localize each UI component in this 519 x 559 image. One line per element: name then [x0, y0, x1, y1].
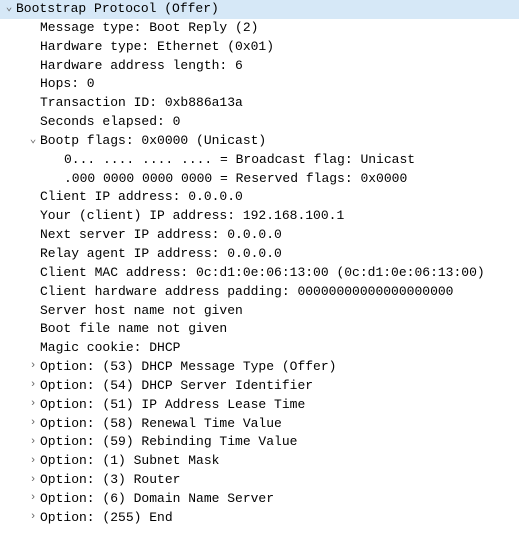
field-text: Option: (54) DHCP Server Identifier	[40, 377, 313, 396]
expand-open-icon[interactable]: ⌄	[2, 1, 16, 17]
field-text: Option: (59) Rebinding Time Value	[40, 433, 297, 452]
field-text: Transaction ID: 0xb886a13a	[40, 94, 243, 113]
field-text: Client IP address: 0.0.0.0	[40, 188, 243, 207]
field-text: Seconds elapsed: 0	[40, 113, 180, 132]
field-text: Option: (3) Router	[40, 471, 180, 490]
option-58[interactable]: › Option: (58) Renewal Time Value	[0, 415, 519, 434]
field-bootp-flags[interactable]: ⌄ Bootp flags: 0x0000 (Unicast)	[0, 132, 519, 151]
field-magic-cookie[interactable]: Magic cookie: DHCP	[0, 339, 519, 358]
option-6[interactable]: › Option: (6) Domain Name Server	[0, 490, 519, 509]
field-text: 0... .... .... .... = Broadcast flag: Un…	[64, 151, 415, 170]
expand-closed-icon[interactable]: ›	[26, 359, 40, 375]
option-59[interactable]: › Option: (59) Rebinding Time Value	[0, 433, 519, 452]
field-hops[interactable]: Hops: 0	[0, 75, 519, 94]
field-text: Boot file name not given	[40, 320, 227, 339]
field-text: Client hardware address padding: 0000000…	[40, 283, 453, 302]
expand-closed-icon[interactable]: ›	[26, 378, 40, 394]
field-next-server-ip[interactable]: Next server IP address: 0.0.0.0	[0, 226, 519, 245]
field-text: Your (client) IP address: 192.168.100.1	[40, 207, 344, 226]
field-text: Relay agent IP address: 0.0.0.0	[40, 245, 282, 264]
expand-open-icon[interactable]: ⌄	[26, 133, 40, 149]
field-server-host[interactable]: Server host name not given	[0, 302, 519, 321]
field-text: Hops: 0	[40, 75, 95, 94]
field-text: Client MAC address: 0c:d1:0e:06:13:00 (0…	[40, 264, 485, 283]
field-your-ip[interactable]: Your (client) IP address: 192.168.100.1	[0, 207, 519, 226]
field-text: .000 0000 0000 0000 = Reserved flags: 0x…	[64, 170, 407, 189]
expand-closed-icon[interactable]: ›	[26, 454, 40, 470]
expand-closed-icon[interactable]: ›	[26, 491, 40, 507]
field-text: Next server IP address: 0.0.0.0	[40, 226, 282, 245]
field-text: Server host name not given	[40, 302, 243, 321]
field-text: Hardware type: Ethernet (0x01)	[40, 38, 274, 57]
expand-closed-icon[interactable]: ›	[26, 416, 40, 432]
flag-broadcast[interactable]: 0... .... .... .... = Broadcast flag: Un…	[0, 151, 519, 170]
field-text: Option: (1) Subnet Mask	[40, 452, 219, 471]
field-client-ip[interactable]: Client IP address: 0.0.0.0	[0, 188, 519, 207]
expand-closed-icon[interactable]: ›	[26, 397, 40, 413]
option-3[interactable]: › Option: (3) Router	[0, 471, 519, 490]
field-text: Bootp flags: 0x0000 (Unicast)	[40, 132, 266, 151]
root-label: Bootstrap Protocol (Offer)	[16, 0, 219, 19]
field-seconds-elapsed[interactable]: Seconds elapsed: 0	[0, 113, 519, 132]
expand-closed-icon[interactable]: ›	[26, 435, 40, 451]
expand-closed-icon[interactable]: ›	[26, 510, 40, 526]
tree-root-bootstrap[interactable]: ⌄ Bootstrap Protocol (Offer)	[0, 0, 519, 19]
field-text: Option: (58) Renewal Time Value	[40, 415, 282, 434]
field-transaction-id[interactable]: Transaction ID: 0xb886a13a	[0, 94, 519, 113]
option-51[interactable]: › Option: (51) IP Address Lease Time	[0, 396, 519, 415]
field-message-type[interactable]: Message type: Boot Reply (2)	[0, 19, 519, 38]
field-text: Option: (6) Domain Name Server	[40, 490, 274, 509]
field-text: Option: (255) End	[40, 509, 173, 528]
field-hw-addr-len[interactable]: Hardware address length: 6	[0, 57, 519, 76]
field-client-mac[interactable]: Client MAC address: 0c:d1:0e:06:13:00 (0…	[0, 264, 519, 283]
option-255[interactable]: › Option: (255) End	[0, 509, 519, 528]
flag-reserved[interactable]: .000 0000 0000 0000 = Reserved flags: 0x…	[0, 170, 519, 189]
field-hardware-type[interactable]: Hardware type: Ethernet (0x01)	[0, 38, 519, 57]
expand-closed-icon[interactable]: ›	[26, 473, 40, 489]
option-54[interactable]: › Option: (54) DHCP Server Identifier	[0, 377, 519, 396]
field-text: Message type: Boot Reply (2)	[40, 19, 258, 38]
field-client-hw-padding[interactable]: Client hardware address padding: 0000000…	[0, 283, 519, 302]
field-text: Option: (51) IP Address Lease Time	[40, 396, 305, 415]
field-text: Option: (53) DHCP Message Type (Offer)	[40, 358, 336, 377]
field-text: Magic cookie: DHCP	[40, 339, 180, 358]
field-relay-agent-ip[interactable]: Relay agent IP address: 0.0.0.0	[0, 245, 519, 264]
field-text: Hardware address length: 6	[40, 57, 243, 76]
field-boot-file[interactable]: Boot file name not given	[0, 320, 519, 339]
option-1[interactable]: › Option: (1) Subnet Mask	[0, 452, 519, 471]
option-53[interactable]: › Option: (53) DHCP Message Type (Offer)	[0, 358, 519, 377]
